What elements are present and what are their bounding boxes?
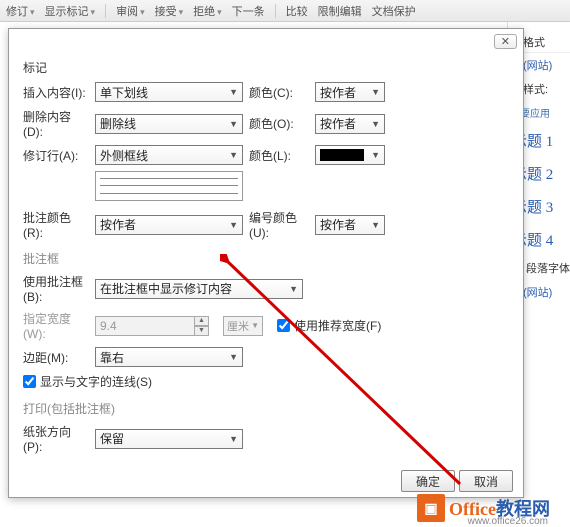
track-changes-options-dialog: ✕ 标记 插入内容(I): 单下划线▼ 颜色(C): 按作者▼ 删除内容(D):… <box>8 28 524 498</box>
ribbon-protect[interactable]: 文档保护 <box>372 3 416 19</box>
office-icon: ▣ <box>417 494 445 522</box>
color-o-select[interactable]: 按作者▼ <box>315 114 385 134</box>
ribbon-accept[interactable]: 接受 <box>155 3 184 19</box>
delete-select[interactable]: 删除线▼ <box>95 114 243 134</box>
cancel-button[interactable]: 取消 <box>459 470 513 492</box>
use-balloon-select[interactable]: 在批注框中显示修订内容▼ <box>95 279 303 299</box>
width-label: 指定宽度(W): <box>23 310 89 341</box>
use-rec-width-input[interactable] <box>277 319 290 332</box>
ribbon-review[interactable]: 审阅 <box>116 3 145 19</box>
ribbon-next[interactable]: 下一条 <box>232 3 265 19</box>
color-l-select[interactable]: ▼ <box>315 145 385 165</box>
watermark: ▣ Office教程网 <box>417 494 550 522</box>
insert-select[interactable]: 单下划线▼ <box>95 82 243 102</box>
ribbon-restrict[interactable]: 限制编辑 <box>318 3 362 19</box>
color-c-label: 颜色(C): <box>249 84 309 101</box>
color-o-label: 颜色(O): <box>249 115 309 132</box>
width-spinner: ▲▼ <box>95 316 215 336</box>
ribbon-showmarkup[interactable]: 显示标记 <box>45 3 96 19</box>
insert-label: 插入内容(I): <box>23 84 89 101</box>
width-input <box>95 316 195 336</box>
ribbon-reject[interactable]: 拒绝 <box>193 3 222 19</box>
comment-color-select[interactable]: 按作者▼ <box>95 215 243 235</box>
color-swatch-black <box>320 149 364 161</box>
comment-color-label: 批注颜色(R): <box>23 209 89 240</box>
use-rec-width-checkbox[interactable]: 使用推荐宽度(F) <box>277 317 381 334</box>
section-markup: 标记 <box>23 59 509 76</box>
revise-label: 修订行(A): <box>23 147 89 164</box>
show-line-input[interactable] <box>23 375 36 388</box>
ribbon-compare[interactable]: 比较 <box>286 3 308 19</box>
spin-up: ▲ <box>195 316 209 326</box>
ribbon-sep <box>105 4 106 18</box>
show-line-checkbox[interactable]: 显示与文字的连线(S) <box>23 373 509 390</box>
section-print: 打印(包括批注框) <box>23 400 509 417</box>
margin-label: 边距(M): <box>23 349 89 366</box>
margin-select[interactable]: 靠右▼ <box>95 347 243 367</box>
paper-dir-select[interactable]: 保留▼ <box>95 429 243 449</box>
spin-down: ▼ <box>195 326 209 336</box>
color-l-label: 颜色(L): <box>249 147 309 164</box>
changed-lines-preview <box>95 171 243 201</box>
ribbon-track[interactable]: 修订 <box>6 3 35 19</box>
delete-label: 删除内容(D): <box>23 108 89 139</box>
ribbon-toolbar: 修订 显示标记 审阅 接受 拒绝 下一条 比较 限制编辑 文档保护 <box>0 0 570 22</box>
close-button[interactable]: ✕ <box>494 34 517 49</box>
color-c-select[interactable]: 按作者▼ <box>315 82 385 102</box>
section-balloon: 批注框 <box>23 250 509 267</box>
width-unit-select: 厘米▼ <box>223 316 263 336</box>
ok-button[interactable]: 确定 <box>401 470 455 492</box>
number-color-select[interactable]: 按作者▼ <box>315 215 385 235</box>
revise-select[interactable]: 外侧框线▼ <box>95 145 243 165</box>
dialog-titlebar: ✕ <box>9 29 523 53</box>
number-color-label: 编号颜色(U): <box>249 209 309 240</box>
watermark-text: Office教程网 <box>449 495 550 521</box>
use-balloon-label: 使用批注框(B): <box>23 273 89 304</box>
ribbon-sep2 <box>275 4 276 18</box>
paper-dir-label: 纸张方向(P): <box>23 423 89 454</box>
dialog-footer: 确定 取消 <box>401 470 513 492</box>
